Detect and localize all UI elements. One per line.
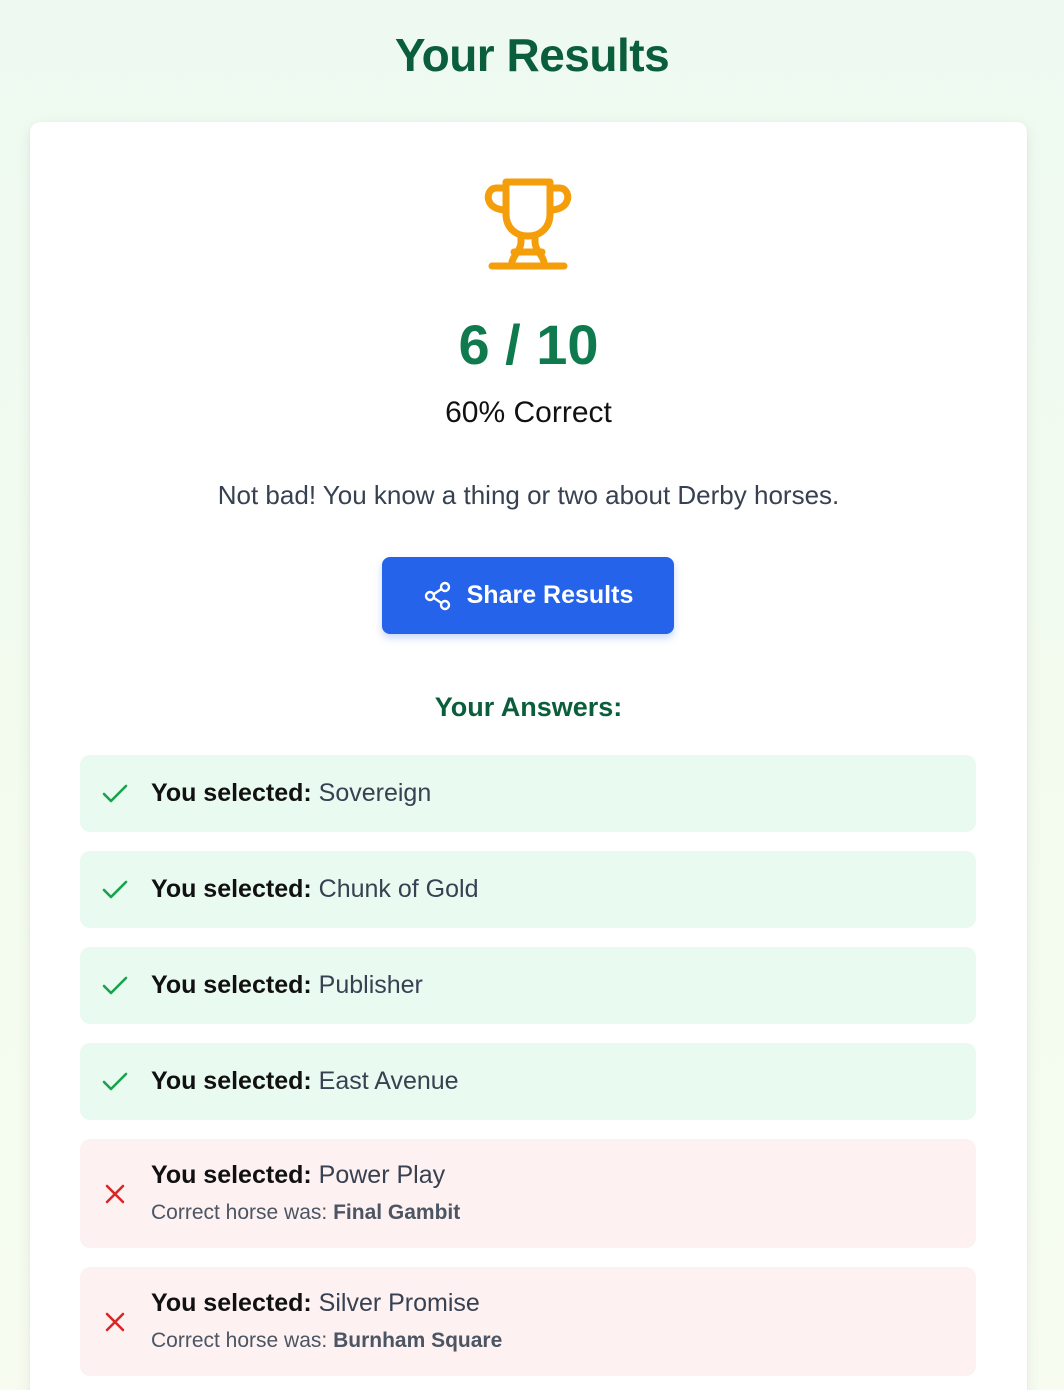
answer-item: You selected: Power Play Correct horse w… (80, 1139, 976, 1248)
page-title: Your Results (394, 29, 670, 81)
selected-label: You selected: (151, 1289, 312, 1317)
check-icon (100, 779, 130, 809)
correct-answer-line: Correct horse was: Final Gambit (151, 1201, 460, 1225)
score-value: 6 / 10 (458, 313, 599, 376)
selected-line: You selected: Publisher (151, 971, 423, 1000)
selected-value: Sovereign (318, 779, 432, 807)
answer-item: You selected: Publisher (80, 947, 976, 1024)
correct-label: Correct horse was: (151, 1201, 328, 1224)
selected-line: You selected: Chunk of Gold (151, 875, 478, 904)
correct-answer-line: Correct horse was: Burnham Square (151, 1329, 502, 1353)
selected-value: Silver Promise (318, 1289, 480, 1317)
answer-item: You selected: Silver Promise Correct hor… (80, 1267, 976, 1376)
trophy-icon (478, 174, 578, 274)
correct-label: Correct horse was: (151, 1329, 328, 1352)
results-card: 6 / 10 60% Correct Not bad! You know a t… (30, 122, 1027, 1390)
selected-value: Publisher (318, 971, 423, 999)
answer-item: You selected: Sovereign (80, 755, 976, 832)
check-icon (100, 971, 130, 1001)
answers-list: You selected: Sovereign You selected: Ch… (80, 755, 976, 1390)
close-icon (100, 1179, 130, 1209)
share-results-button[interactable]: Share Results (382, 557, 674, 634)
correct-value: Final Gambit (333, 1201, 461, 1224)
selected-value: Power Play (318, 1161, 446, 1189)
selected-value: East Avenue (318, 1067, 459, 1095)
correct-value: Burnham Square (333, 1329, 503, 1352)
selected-line: You selected: Power Play (151, 1161, 445, 1190)
answers-heading: Your Answers: (434, 692, 623, 722)
selected-line: You selected: East Avenue (151, 1067, 459, 1096)
selected-label: You selected: (151, 1067, 312, 1095)
percent-correct: 60% Correct (445, 396, 612, 429)
selected-value: Chunk of Gold (318, 875, 479, 903)
check-icon (100, 875, 130, 905)
answer-item: You selected: Chunk of Gold (80, 851, 976, 928)
selected-label: You selected: (151, 1161, 312, 1189)
answer-item: You selected: East Avenue (80, 1043, 976, 1120)
close-icon (100, 1307, 130, 1337)
selected-label: You selected: (151, 875, 312, 903)
share-icon (423, 581, 453, 611)
result-message: Not bad! You know a thing or two about D… (217, 480, 840, 510)
selected-line: You selected: Silver Promise (151, 1289, 480, 1318)
share-results-label: Share Results (466, 581, 634, 609)
selected-line: You selected: Sovereign (151, 779, 431, 808)
selected-label: You selected: (151, 779, 312, 807)
check-icon (100, 1067, 130, 1097)
selected-label: You selected: (151, 971, 312, 999)
